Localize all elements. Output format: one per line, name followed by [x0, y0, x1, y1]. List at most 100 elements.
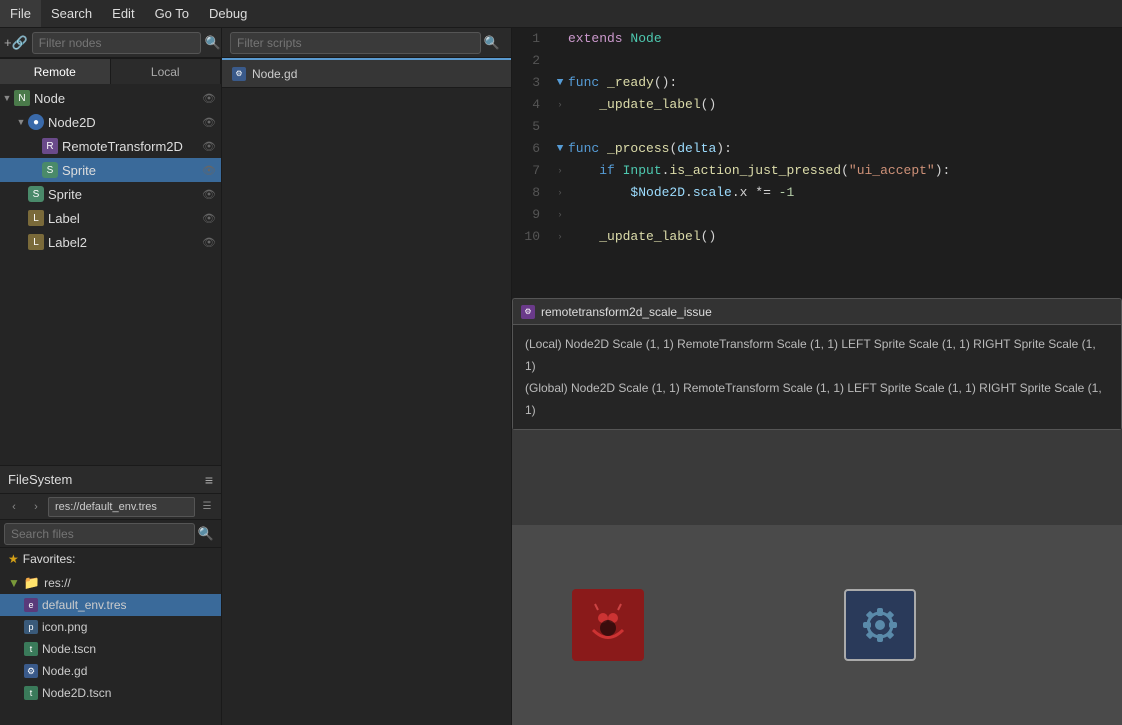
popup-line-2: (Global) Node2D Scale (1, 1) RemoteTrans… [525, 377, 1109, 421]
line-num-7: 7 [512, 160, 552, 182]
line-arrow-3: ▼ [552, 72, 568, 94]
main-split: + 🔗 🔍 ⚙ Remote Local ▼ N Node 👁 ▼ [0, 28, 1122, 725]
scripts-header: 🔍 [222, 28, 511, 58]
filesystem-menu-icon[interactable]: ≡ [205, 472, 213, 488]
tree-item-sprite2[interactable]: S Sprite 👁 [0, 182, 221, 206]
label1-icon: L [28, 210, 44, 226]
game-viewport [512, 378, 1122, 725]
fs-forward-button[interactable]: › [26, 497, 46, 517]
tree-eye-label2[interactable]: 👁 [201, 234, 217, 250]
sprite2-icon: S [28, 186, 44, 202]
menu-bar: File Search Edit Go To Debug [0, 0, 1122, 28]
popup-icon: ⚙ [521, 305, 535, 319]
filter-nodes-input[interactable] [32, 32, 201, 54]
fs-back-button[interactable]: ‹ [4, 497, 24, 517]
env-file-icon: e [24, 598, 38, 612]
tree-eye-sprite2[interactable]: 👁 [201, 186, 217, 202]
code-editor[interactable]: 1 extends Node 2 3 ▼ func _ready(): [512, 28, 1122, 298]
tree-eye-label1[interactable]: 👁 [201, 210, 217, 226]
bottom-portion: ⚙ remotetransform2d_scale_issue (Local) … [512, 298, 1122, 725]
fs-file-icon-png[interactable]: p icon.png [0, 616, 221, 638]
line-content-6: func _process(delta): [568, 138, 732, 160]
tree-arrow-node2d[interactable]: ▼ [14, 115, 28, 129]
fs-file-node2d-tscn[interactable]: t Node2D.tscn [0, 682, 221, 704]
tscn-file-icon: t [24, 642, 38, 656]
favorites-label: Favorites: [23, 552, 76, 566]
menu-edit[interactable]: Edit [102, 0, 144, 27]
fs-file-default-env-label: default_env.tres [42, 598, 127, 612]
tree-item-node[interactable]: ▼ N Node 👁 [0, 86, 221, 110]
fs-file-node-gd[interactable]: ⚙ Node.gd [0, 660, 221, 682]
tree-eye-node2d[interactable]: 👁 [201, 114, 217, 130]
tree-item-label2[interactable]: L Label2 👁 [0, 230, 221, 254]
line-num-10: 10 [512, 226, 552, 248]
fs-file-node-tscn[interactable]: t Node.tscn [0, 638, 221, 660]
line-content-9 [568, 204, 599, 226]
search-nodes-icon[interactable]: 🔍 [205, 32, 221, 54]
add-node-icon[interactable]: + [4, 32, 12, 54]
fs-layout-toggle[interactable]: ☰ [197, 497, 217, 517]
tab-remote[interactable]: Remote [0, 59, 111, 84]
scripts-panel: 🔍 ⚙ Node.gd [222, 28, 512, 725]
line-arrow-4: › [552, 94, 568, 116]
code-line-4: 4 › _update_label() [512, 94, 1122, 116]
menu-search[interactable]: Search [41, 0, 102, 27]
filesystem-header: FileSystem ≡ [0, 466, 221, 494]
tree-eye-node[interactable]: 👁 [201, 90, 217, 106]
fs-file-default-env[interactable]: e default_env.tres [0, 594, 221, 616]
png-file-icon: p [24, 620, 38, 634]
script-tab-label: Node.gd [252, 67, 297, 81]
fs-file-icon-png-label: icon.png [42, 620, 87, 634]
tree-label-sprite1: Sprite [62, 163, 201, 178]
menu-debug[interactable]: Debug [199, 0, 257, 27]
tree-arrow-node[interactable]: ▼ [0, 91, 14, 105]
code-line-8: 8 › $Node2D.scale.x *= -1 [512, 182, 1122, 204]
tree-item-remotetransform[interactable]: R RemoteTransform2D 👁 [0, 134, 221, 158]
line-content-8: $Node2D.scale.x *= -1 [568, 182, 794, 204]
tree-item-sprite1[interactable]: S Sprite 👁 [0, 158, 221, 182]
popup-content: (Local) Node2D Scale (1, 1) RemoteTransf… [513, 325, 1121, 429]
fs-folder-res[interactable]: ▼ 📁 res:// [0, 572, 221, 594]
tscn2-file-icon: t [24, 686, 38, 700]
fs-file-node-tscn-label: Node.tscn [42, 642, 96, 656]
line-arrow-10: › [552, 226, 568, 248]
line-num-1: 1 [512, 28, 552, 50]
tree-label-label2: Label2 [48, 235, 201, 250]
remote-local-bar: Remote Local [0, 58, 221, 84]
code-line-10: 10 › _update_label() [512, 226, 1122, 248]
script-tab-node-gd[interactable]: ⚙ Node.gd [222, 58, 511, 88]
tree-eye-sprite1[interactable]: 👁 [201, 162, 217, 178]
tab-local[interactable]: Local [111, 59, 222, 84]
tree-item-node2d[interactable]: ▼ ● Node2D 👁 [0, 110, 221, 134]
menu-file[interactable]: File [0, 0, 41, 27]
code-line-2: 2 [512, 50, 1122, 72]
node2d-icon: ● [28, 114, 44, 130]
scene-tree: ▼ N Node 👁 ▼ ● Node2D 👁 R RemoteTransfor… [0, 84, 221, 465]
code-line-1: 1 extends Node [512, 28, 1122, 50]
popup-title: remotetransform2d_scale_issue [541, 305, 712, 319]
tree-eye-remote[interactable]: 👁 [201, 138, 217, 154]
tree-label-node2d: Node2D [48, 115, 201, 130]
popup-window: ⚙ remotetransform2d_scale_issue (Local) … [512, 298, 1122, 430]
favorites-section: ★ Favorites: [0, 548, 221, 570]
filter-bar: + 🔗 🔍 ⚙ [0, 28, 221, 58]
menu-goto[interactable]: Go To [145, 0, 199, 27]
code-line-3: 3 ▼ func _ready(): [512, 72, 1122, 94]
filesystem-title: FileSystem [8, 472, 205, 487]
gd-file-icon: ⚙ [24, 664, 38, 678]
search-files-input[interactable] [4, 523, 195, 545]
sprite-left [572, 589, 644, 661]
filesystem-search-bar: 🔍 [0, 520, 221, 548]
fs-search-icon[interactable]: 🔍 [195, 523, 217, 545]
line-content-1: extends Node [568, 28, 662, 50]
code-line-6: 6 ▼ func _process(delta): [512, 138, 1122, 160]
filter-scripts-input[interactable] [230, 32, 481, 54]
tree-item-label1[interactable]: L Label 👁 [0, 206, 221, 230]
link-icon[interactable]: 🔗 [12, 32, 28, 54]
tree-label-sprite2: Sprite [48, 187, 201, 202]
fs-folder-res-label: res:// [44, 576, 71, 590]
star-icon: ★ [8, 552, 19, 566]
filesystem-panel: FileSystem ≡ ‹ › res://default_env.tres … [0, 465, 221, 725]
line-content-4: _update_label() [568, 94, 716, 116]
scripts-search-icon[interactable]: 🔍 [481, 32, 503, 54]
